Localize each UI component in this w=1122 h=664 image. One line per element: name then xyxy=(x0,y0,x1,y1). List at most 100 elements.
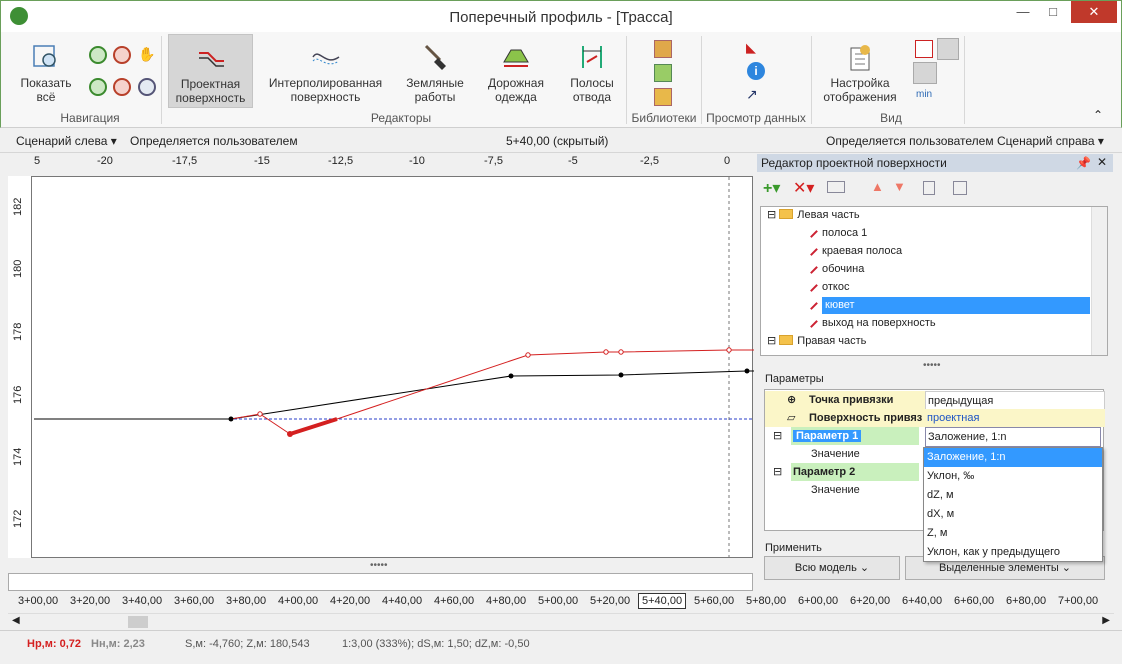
delete-icon[interactable]: ✕▾ xyxy=(793,178,814,198)
close-panel-icon[interactable]: ✕ xyxy=(1097,155,1107,169)
dropdown-option[interactable]: Уклон, ‰ xyxy=(924,467,1102,486)
station-item[interactable]: 4+40,00 xyxy=(382,595,422,607)
move-up-icon[interactable]: ▲ xyxy=(871,179,884,194)
design-point[interactable] xyxy=(257,411,263,417)
tree-item[interactable]: выход на поверхность xyxy=(805,315,936,332)
dropdown-option[interactable]: dZ, м xyxy=(924,486,1102,505)
station-item[interactable]: 6+80,00 xyxy=(1006,595,1046,607)
library-surface-icon[interactable] xyxy=(654,64,672,82)
zoom-window-in-icon[interactable] xyxy=(89,78,107,96)
profile-drawing[interactable] xyxy=(9,177,754,559)
ribbon-collapse-icon[interactable]: ⌃ xyxy=(1093,108,1103,122)
param-row-anchor-point[interactable]: ⊕ Точка привязки предыдущая xyxy=(765,391,1105,411)
station-item[interactable]: 3+80,00 xyxy=(226,595,266,607)
station-item[interactable]: 6+40,00 xyxy=(902,595,942,607)
dropdown-option[interactable]: Уклон, как у предыдущего xyxy=(924,543,1102,562)
close-button[interactable]: ✕ xyxy=(1071,1,1117,23)
command-input[interactable] xyxy=(8,573,753,591)
tree-scrollbar[interactable] xyxy=(1091,207,1107,355)
zoom-in-icon[interactable] xyxy=(89,46,107,64)
param1-select[interactable]: Заложение, 1:n xyxy=(925,427,1101,447)
dimension-arrow-icon[interactable]: ↗ xyxy=(746,86,764,104)
copy-icon[interactable] xyxy=(923,181,935,195)
tree-item[interactable]: откос xyxy=(805,279,849,296)
view-grid-icon[interactable] xyxy=(915,40,933,58)
pan-hand-icon[interactable]: ✋ xyxy=(138,46,156,64)
tree-node-left-part[interactable]: ⊟ Левая часть xyxy=(767,207,860,224)
station-item[interactable]: 6+60,00 xyxy=(954,595,994,607)
scenario-right-dropdown[interactable]: Сценарий справа ▾ xyxy=(997,134,1104,148)
station-item[interactable]: 5+80,00 xyxy=(746,595,786,607)
earthworks-button[interactable]: Земляные работы xyxy=(399,42,471,104)
station-item[interactable]: 3+00,00 xyxy=(18,595,58,607)
collapse-icon[interactable]: ⊟ xyxy=(773,463,782,481)
edit-icon[interactable] xyxy=(827,181,845,193)
station-item[interactable]: 5+00,00 xyxy=(538,595,578,607)
ground-point[interactable] xyxy=(618,372,624,378)
splitter-grip[interactable]: ••••• xyxy=(923,360,941,371)
design-point[interactable] xyxy=(525,352,531,358)
design-line[interactable] xyxy=(230,349,754,435)
station-item[interactable]: 3+60,00 xyxy=(174,595,214,607)
anchor-surface-value[interactable]: проектная xyxy=(925,409,979,427)
selected-segment[interactable] xyxy=(289,417,338,436)
add-icon[interactable]: +▾ xyxy=(763,178,780,198)
param-row-param1[interactable]: ⊟ Параметр 1 Заложение, 1:n xyxy=(765,427,1105,447)
pin-icon[interactable]: 📌 xyxy=(1076,156,1091,170)
cross-section-canvas[interactable] xyxy=(8,176,754,559)
scroll-thumb[interactable] xyxy=(128,616,148,628)
display-settings-button[interactable]: Настройка отображения xyxy=(819,42,901,104)
tree-item[interactable]: краевая полоса xyxy=(805,243,902,260)
zoom-out-icon[interactable] xyxy=(113,46,131,64)
design-point[interactable] xyxy=(618,349,624,355)
dropdown-option[interactable]: dX, м xyxy=(924,505,1102,524)
view-ruler-icon[interactable] xyxy=(913,62,937,84)
station-item[interactable]: 7+00,00 xyxy=(1058,595,1098,607)
ground-point[interactable] xyxy=(228,416,234,422)
ground-line[interactable] xyxy=(34,370,754,420)
collapse-icon[interactable]: ⊟ xyxy=(773,427,782,445)
splitter-grip[interactable]: ••••• xyxy=(370,560,388,571)
info-icon[interactable]: i xyxy=(747,62,765,80)
dropdown-option[interactable]: Z, м xyxy=(924,524,1102,543)
save-icon[interactable] xyxy=(953,181,967,195)
horizontal-scrollbar[interactable]: ◀ ▶ xyxy=(8,613,1114,629)
dropdown-option[interactable]: Заложение, 1:n xyxy=(924,448,1102,467)
station-item[interactable]: 5+20,00 xyxy=(590,595,630,607)
minimize-button[interactable]: — xyxy=(1009,1,1037,23)
station-item[interactable]: 5+60,00 xyxy=(694,595,734,607)
scroll-right-icon[interactable]: ▶ xyxy=(1102,615,1110,626)
tree-item[interactable]: обочина xyxy=(805,261,864,278)
design-point[interactable] xyxy=(603,349,609,355)
maximize-button[interactable]: □ xyxy=(1039,1,1067,23)
design-surface-button[interactable]: Проектная поверхность xyxy=(168,34,253,108)
anchor-point-select[interactable]: предыдущая xyxy=(925,391,1105,411)
ground-point[interactable] xyxy=(744,368,750,374)
tree-item[interactable]: полоса 1 xyxy=(805,225,867,242)
station-item-selected[interactable]: 5+40,00 xyxy=(638,593,687,609)
pavement-button[interactable]: Дорожная одежда xyxy=(481,42,551,104)
design-point-selected[interactable] xyxy=(287,431,293,437)
station-item[interactable]: 3+20,00 xyxy=(70,595,110,607)
zoom-extents-icon[interactable] xyxy=(138,78,156,96)
station-item[interactable]: 6+20,00 xyxy=(850,595,890,607)
station-item[interactable]: 4+20,00 xyxy=(330,595,370,607)
ground-point[interactable] xyxy=(508,373,514,379)
station-item[interactable]: 4+60,00 xyxy=(434,595,474,607)
design-point[interactable] xyxy=(726,347,732,353)
scroll-left-icon[interactable]: ◀ xyxy=(12,615,20,626)
data-profile-icon[interactable]: ◣ xyxy=(746,40,764,58)
param-row-anchor-surface[interactable]: ▱ Поверхность привязки проектная xyxy=(765,409,1105,427)
show-all-button[interactable]: Показать всё xyxy=(15,42,77,104)
station-item[interactable]: 6+00,00 xyxy=(798,595,838,607)
interp-surface-button[interactable]: Интерполированная поверхность xyxy=(263,42,388,104)
station-item[interactable]: 3+40,00 xyxy=(122,595,162,607)
library-folder-icon[interactable] xyxy=(654,88,672,106)
station-item[interactable]: 4+80,00 xyxy=(486,595,526,607)
scenario-left-dropdown[interactable]: Сценарий слева ▾ xyxy=(16,134,117,148)
station-item[interactable]: 4+00,00 xyxy=(278,595,318,607)
tree-item-selected[interactable]: кювет xyxy=(805,297,1091,314)
apply-all-button[interactable]: Всю модель ⌄ xyxy=(764,556,900,580)
move-down-icon[interactable]: ▼ xyxy=(893,179,906,194)
row-bands-button[interactable]: Полосы отвода xyxy=(561,42,623,104)
